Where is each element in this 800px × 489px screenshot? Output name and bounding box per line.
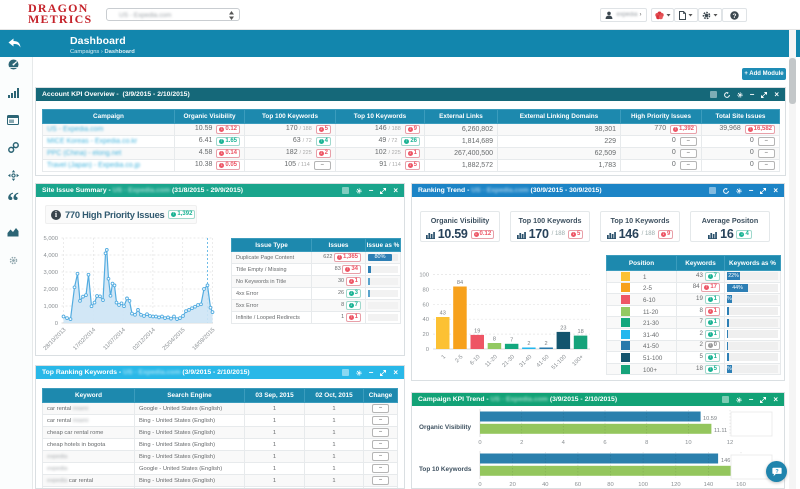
svg-text:?: ?: [775, 468, 778, 474]
svg-text:?: ?: [733, 12, 737, 19]
